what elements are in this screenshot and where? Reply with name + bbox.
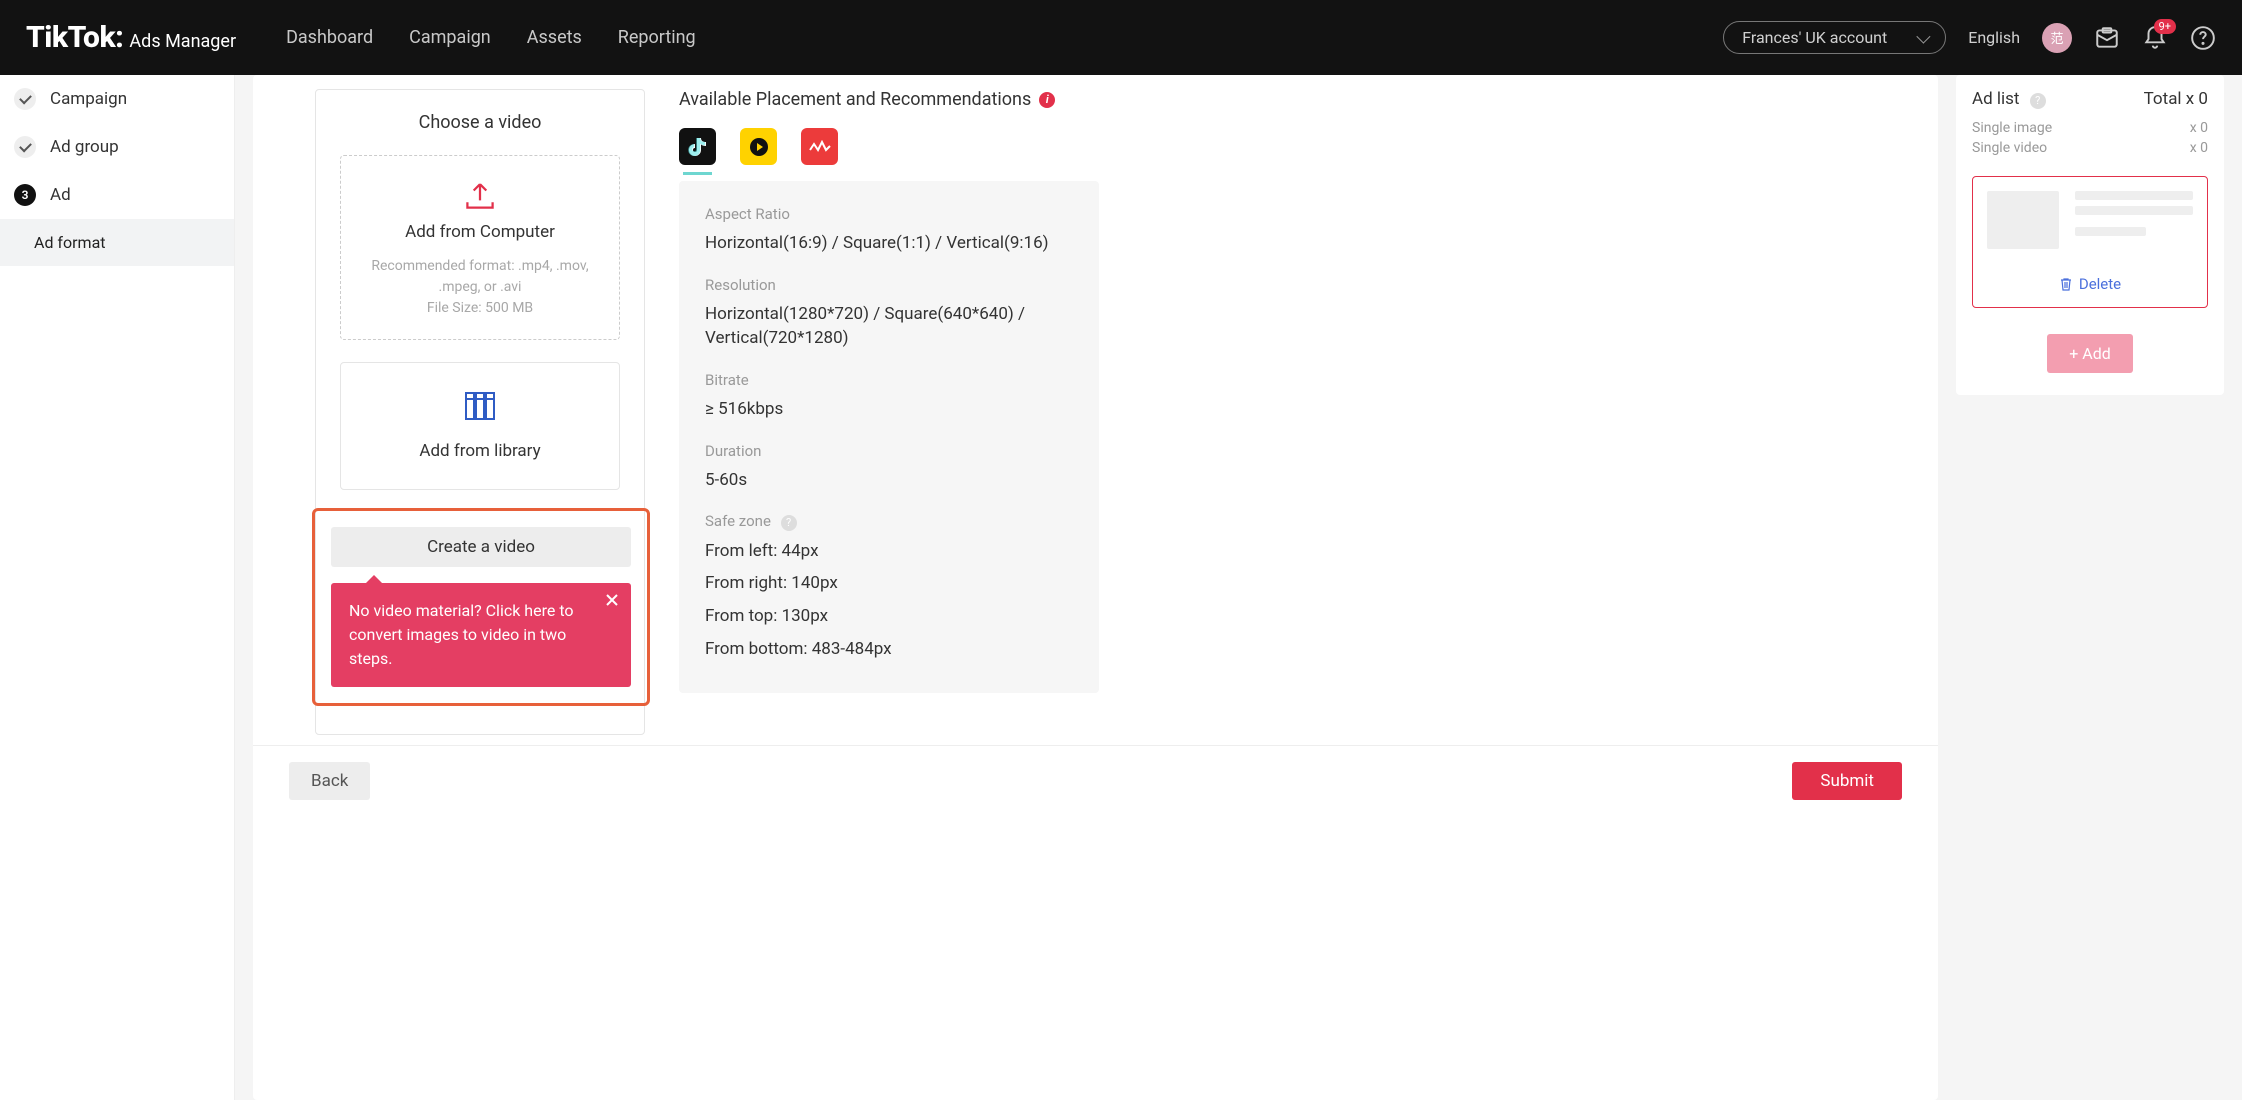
tiktok-icon [688, 136, 708, 158]
nav-dashboard[interactable]: Dashboard [286, 27, 373, 48]
inbox-icon[interactable] [2094, 25, 2120, 51]
choose-video-title: Choose a video [340, 112, 620, 133]
adlist-single-image-label: Single image [1972, 119, 2052, 139]
spec-bitrate-value: ≥ 516kbps [705, 397, 1073, 422]
step-label: Ad group [50, 137, 119, 157]
language-selector[interactable]: English [1968, 28, 2020, 47]
ad-preview [1987, 191, 2193, 249]
avatar[interactable]: 范 [2042, 23, 2072, 53]
substep-ad-format[interactable]: Ad format [0, 219, 234, 266]
adlist-single-video-count: x 0 [2190, 139, 2208, 159]
sz-right: From right: 140px [705, 571, 1073, 596]
upload-hint-1: Recommended format: .mp4, .mov, .mpeg, o… [353, 256, 607, 298]
placement-buzzvideo[interactable] [740, 128, 777, 165]
ad-thumbnail-placeholder [1987, 191, 2059, 249]
library-box[interactable]: Add from library [340, 362, 620, 490]
header-right: Frances' UK account English 范 9+ [1723, 21, 2216, 54]
tooltip-text: No video material? Click here to convert… [349, 601, 574, 668]
delete-ad-button[interactable]: Delete [1987, 275, 2193, 293]
adlist-single-image-count: x 0 [2190, 119, 2208, 139]
step-ad-group[interactable]: Ad group [0, 123, 234, 171]
help-icon[interactable]: ? [781, 515, 797, 531]
submit-button[interactable]: Submit [1792, 762, 1902, 800]
logo-tiktok: TikTok: [26, 20, 123, 55]
step-campaign[interactable]: Campaign [0, 75, 234, 123]
add-ad-button[interactable]: + Add [2047, 334, 2133, 373]
upload-icon [462, 180, 498, 210]
upload-title: Add from Computer [353, 222, 607, 242]
step-number-icon: 3 [14, 184, 36, 206]
ad-list-panel: Ad list ? Total x 0 Single image x 0 Sin… [1956, 75, 2224, 395]
adlist-single-video-label: Single video [1972, 139, 2047, 159]
steps-sidebar: Campaign Ad group 3 Ad Ad format [0, 75, 235, 1100]
spec-res-label: Resolution [705, 276, 1073, 294]
notifications-button[interactable]: 9+ [2142, 25, 2168, 51]
info-icon[interactable]: i [1039, 92, 1055, 108]
nav-campaign[interactable]: Campaign [409, 27, 491, 48]
create-video-tooltip: No video material? Click here to convert… [331, 583, 631, 687]
close-icon[interactable] [605, 593, 619, 607]
back-button[interactable]: Back [289, 762, 370, 800]
adlist-title: Ad list ? [1972, 89, 2046, 109]
spec-aspect-label: Aspect Ratio [705, 205, 1073, 223]
placement-pangle[interactable] [801, 128, 838, 165]
placement-panel: Available Placement and Recommendations … [679, 89, 1099, 735]
step-label: Ad [50, 185, 71, 205]
upload-box[interactable]: Add from Computer Recommended format: .m… [340, 155, 620, 340]
spec-duration-value: 5-60s [705, 468, 1073, 493]
adlist-total: Total x 0 [2144, 89, 2208, 109]
spec-bitrate-label: Bitrate [705, 371, 1073, 389]
check-icon [14, 88, 36, 110]
wave-icon [808, 140, 832, 154]
help-icon[interactable] [2190, 25, 2216, 51]
nav-reporting[interactable]: Reporting [618, 27, 696, 48]
spec-aspect-value: Horizontal(16:9) / Square(1:1) / Vertica… [705, 231, 1073, 256]
sz-left: From left: 44px [705, 539, 1073, 564]
sz-bottom: From bottom: 483-484px [705, 637, 1073, 662]
ad-text-placeholder [2075, 191, 2193, 236]
sz-top: From top: 130px [705, 604, 1073, 629]
chevron-down-icon [1917, 29, 1931, 43]
account-name: Frances' UK account [1742, 28, 1887, 47]
placement-apps [679, 128, 1099, 165]
top-header: TikTok: Ads Manager Dashboard Campaign A… [0, 0, 2242, 75]
placement-title: Available Placement and Recommendations [679, 89, 1031, 110]
top-nav: Dashboard Campaign Assets Reporting [286, 27, 696, 48]
choose-video-panel: Choose a video Add from Computer Recomme… [315, 89, 645, 735]
check-icon [14, 136, 36, 158]
footer-bar: Back Submit [253, 745, 1938, 800]
trash-icon [2059, 277, 2073, 291]
placement-tiktok[interactable] [679, 128, 716, 165]
delete-label: Delete [2079, 275, 2121, 293]
account-selector[interactable]: Frances' UK account [1723, 21, 1946, 54]
play-icon [748, 136, 770, 158]
spec-duration-label: Duration [705, 442, 1073, 460]
spec-safezone-label: Safe zone ? [705, 512, 1073, 531]
spec-res-value: Horizontal(1280*720) / Square(640*640) /… [705, 302, 1073, 351]
logo: TikTok: Ads Manager [26, 20, 236, 55]
notification-badge: 9+ [2154, 19, 2176, 34]
spec-safezone-values: From left: 44px From right: 140px From t… [705, 539, 1073, 662]
create-video-highlight: Create a video No video material? Click … [312, 508, 650, 706]
substep-label: Ad format [34, 233, 106, 252]
step-ad[interactable]: 3 Ad [0, 171, 234, 219]
center-card: Choose a video Add from Computer Recomme… [253, 75, 1938, 1100]
create-video-button[interactable]: Create a video [331, 527, 631, 567]
library-title: Add from library [353, 441, 607, 461]
upload-hint-2: File Size: 500 MB [353, 298, 607, 319]
help-icon[interactable]: ? [2030, 93, 2046, 109]
library-icon [463, 389, 497, 423]
nav-assets[interactable]: Assets [527, 27, 582, 48]
spec-card: Aspect Ratio Horizontal(16:9) / Square(1… [679, 181, 1099, 693]
step-label: Campaign [50, 89, 127, 109]
ad-card[interactable]: Delete [1972, 176, 2208, 308]
logo-ads-manager: Ads Manager [129, 31, 236, 52]
main-content: Choose a video Add from Computer Recomme… [235, 75, 2242, 1100]
